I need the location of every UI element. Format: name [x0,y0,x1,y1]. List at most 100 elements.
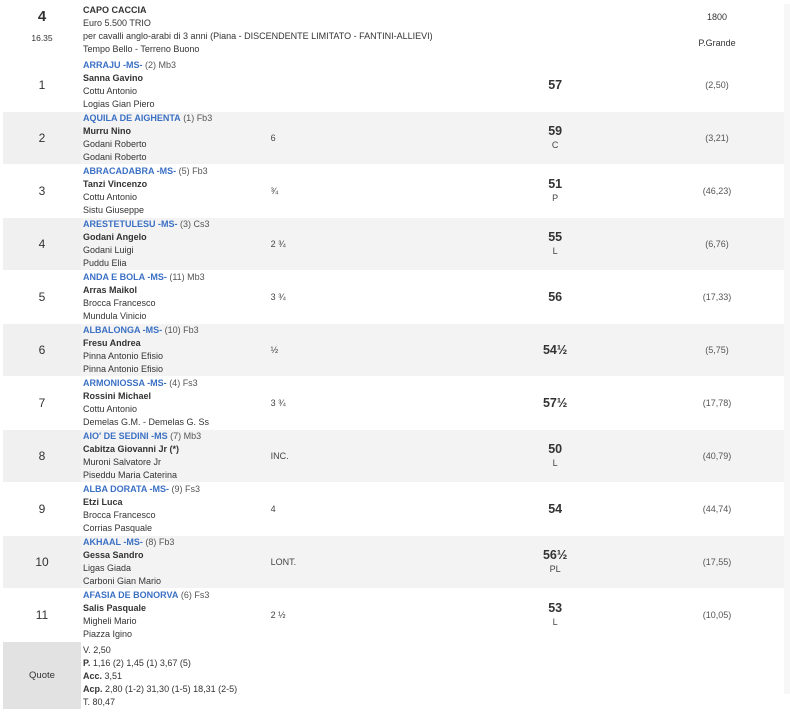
horse-name-link[interactable]: AFASIA DE BONORVA [83,590,178,600]
trainer-name: Muroni Salvatore Jr [83,457,162,467]
horse-name-link[interactable]: ABRACADABRA -MS- [83,166,176,176]
race-number-box: 4 16.35 [3,4,81,59]
jockey-name: Cabitza Giovanni Jr (*) [83,444,180,454]
weight-cell: 56½ PL [460,535,650,589]
quote-value: 2,50 [93,645,111,655]
finish-position: 11 [3,588,81,642]
finish-position: 1 [3,59,81,112]
jockey-name: Salis Pasquale [83,603,147,613]
horse-name-link[interactable]: ARMONIOSSA -MS- [83,378,167,388]
trainer-name: Godani Luigi [83,245,134,255]
weight-value: 54 [548,502,563,516]
distance-behind: ¾ [270,164,461,218]
page-edge [784,4,790,694]
jockey-name: Rossini Michael [83,391,152,401]
distance-behind: ½ [270,323,461,377]
odds-value: (5,75) [650,323,784,377]
horse-name-link[interactable]: AIO' DE SEDINI -MS [83,431,168,441]
horse-draw-info: (9) Fs3 [171,484,201,494]
owner-name: Demelas G.M. - Demelas G. Ss [83,417,210,427]
result-row: 5 ANDA E BOLA -MS- (11) Mb3 Arras Maikol Br… [3,270,784,324]
result-row: 11 AFASIA DE BONORVA (6) Fs3 Salis Pasqual… [3,588,784,642]
owner-name: Pinna Antonio Efisio [83,364,164,374]
weight-cell: 57 [460,59,650,112]
race-number: 4 [37,8,47,25]
distance-behind: 4 [270,482,461,536]
horse-name-link[interactable]: ARRAJU -MS- [83,60,143,70]
weight-value: 55 [548,230,563,244]
race-table: 4 16.35 CAPO CACCIA Euro 5.500 TRIO per … [3,4,784,709]
horse-draw-info: (8) Fb3 [145,537,175,547]
odds-value: (6,76) [650,217,784,271]
weight-value: 57½ [542,396,568,410]
horse-draw-info: (6) Fs3 [180,590,210,600]
weight-value: 57 [548,78,563,92]
result-row: 10 AKHAAL -MS- (8) Fb3 Gessa Sandro Ligas G… [3,535,784,589]
result-row: 3 ABRACADABRA -MS- (5) Fb3 Tanzi Vincenzo C… [3,164,784,218]
distance-behind: LONT. [270,535,461,589]
runner-details: AIO' DE SEDINI -MS (7) Mb3 Cabitza Giovan… [81,429,271,483]
horse-draw-info: (11) Mb3 [169,272,205,282]
weight-value: 56 [548,290,563,304]
horse-name-link[interactable]: AKHAAL -MS- [83,537,143,547]
distance-behind: 3 ¾ [270,376,461,430]
runner-details: AQUILA DE AIGHENTA (1) Fb3 Murru Nino Goda… [81,111,271,165]
owner-name: Logias Gian Piero [83,99,155,109]
horse-name-link[interactable]: ARESTETULESU -MS- [83,219,178,229]
horse-draw-info: (2) Mb3 [145,60,177,70]
owner-name: Mundula Vinicio [83,311,147,321]
weight-value: 53 [548,601,563,615]
race-meta: 1800 P.Grande [650,4,784,59]
horse-name-link[interactable]: ALBA DORATA -MS- [83,484,169,494]
race-prize: Euro 5.500 TRIO [83,18,151,28]
jockey-name: Godani Angelo [83,232,147,242]
trainer-name: Pinna Antonio Efisio [83,351,164,361]
finish-position: 4 [3,217,81,271]
result-row: 1 ARRAJU -MS- (2) Mb3 Sanna Gavino Cottu An… [3,59,784,112]
horse-name-link[interactable]: AQUILA DE AIGHENTA [83,113,181,123]
horse-draw-info: (3) Cs3 [180,219,210,229]
finish-position: 5 [3,270,81,324]
race-info: CAPO CACCIA Euro 5.500 TRIO per cavalli … [81,4,650,59]
weight-cell: 55 L [460,217,650,271]
weight-cell: 57½ [460,376,650,430]
jockey-name: Fresu Andrea [83,338,141,348]
quote-line: V. 2,50 [83,644,784,657]
owner-name: Piseddu Maria Caterina [83,470,178,480]
race-weather: Tempo Bello - Terreno Buono [83,44,200,54]
owner-name: Carboni Gian Mario [83,576,162,586]
result-row: 6 ALBALONGA -MS- (10) Fb3 Fresu Andrea Pinn… [3,323,784,377]
distance-behind: INC. [270,429,461,483]
race-result-card: 4 16.35 CAPO CACCIA Euro 5.500 TRIO per … [3,4,784,709]
runner-details: AFASIA DE BONORVA (6) Fs3 Salis Pasquale M… [81,588,271,642]
quote-key: Acp. [83,684,103,694]
finish-position: 7 [3,376,81,430]
finish-position: 9 [3,482,81,536]
runner-details: ANDA E BOLA -MS- (11) Mb3 Arras Maikol Bro… [81,270,271,324]
weight-cell: 56 [460,270,650,324]
distance-behind [270,59,461,112]
quote-line: Acp. 2,80 (1-2) 31,30 (1-5) 18,31 (2-5) [83,683,784,696]
horse-name-link[interactable]: ALBALONGA -MS- [83,325,162,335]
jockey-name: Tanzi Vincenzo [83,179,148,189]
horse-name-link[interactable]: ANDA E BOLA -MS- [83,272,167,282]
quote-key: P. [83,658,91,668]
jockey-name: Murru Nino [83,126,131,136]
weight-note: P [552,193,559,203]
finish-position: 6 [3,323,81,377]
weight-cell: 53 L [460,588,650,642]
quote-key: T. [83,697,91,707]
odds-value: (3,21) [650,111,784,165]
result-row: 9 ALBA DORATA -MS- (9) Fs3 Etzi Luca Brocca… [3,482,784,536]
trainer-name: Ligas Giada [83,563,132,573]
owner-name: Sistu Giuseppe [83,205,145,215]
result-row: 7 ARMONIOSSA -MS- (4) Fs3 Rossini Michael C… [3,376,784,430]
weight-note: PL [549,564,561,574]
finish-position: 10 [3,535,81,589]
quote-key: Acc. [83,671,103,681]
race-name: CAPO CACCIA [83,5,147,15]
runner-details: ARRAJU -MS- (2) Mb3 Sanna Gavino Cottu Ant… [81,59,271,112]
trainer-name: Cottu Antonio [83,86,138,96]
distance-behind: 6 [270,111,461,165]
trainer-name: Brocca Francesco [83,298,156,308]
